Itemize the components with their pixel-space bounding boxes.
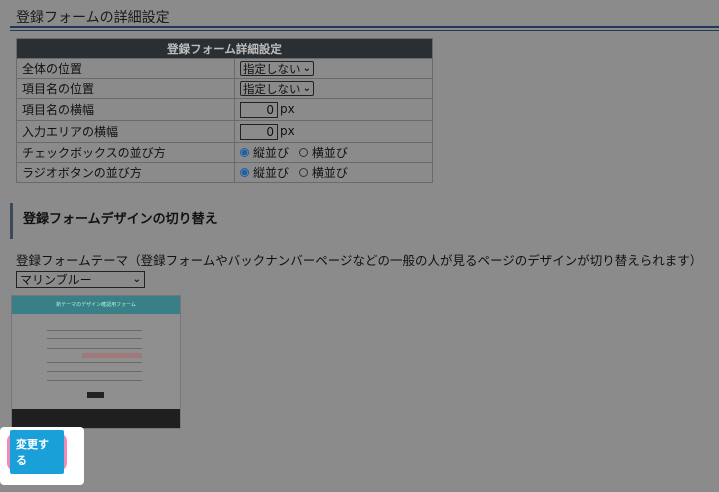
row-label: 全体の位置 (16, 58, 235, 79)
label-width-input[interactable]: 0 (240, 101, 278, 118)
row-label: チェックボックスの並び方 (16, 142, 235, 163)
chevron-down-icon: ⌄ (302, 63, 311, 74)
radio-horizontal-radio[interactable] (298, 168, 308, 177)
table-row: チェックボックスの並び方 縦並び 横並び (16, 142, 433, 163)
table-row: 項目名の横幅 0 px (16, 98, 433, 121)
row-label: 項目名の横幅 (16, 98, 235, 121)
radio-vertical-radio[interactable] (240, 168, 249, 177)
table-row: 入力エリアの横幅 0 px (16, 120, 433, 143)
change-button-highlight: 変更する (7, 430, 67, 474)
title-divider (10, 26, 719, 28)
checkbox-horizontal-radio[interactable] (298, 148, 308, 157)
row-label: 入力エリアの横幅 (16, 120, 235, 143)
preview-footer (12, 409, 180, 428)
unit-label: px (280, 124, 295, 138)
settings-table: 登録フォーム詳細設定 全体の位置 指定しない ⌄ 項目名の位置 指定しない ⌄ … (16, 38, 433, 183)
input-width-input[interactable]: 0 (240, 123, 278, 140)
table-row: ラジオボタンの並び方 縦並び 横並び (16, 162, 433, 183)
title-divider-thin (10, 30, 719, 31)
theme-select[interactable]: マリンブルー ⌄ (16, 271, 145, 288)
preview-body (12, 314, 180, 409)
table-row: 全体の位置 指定しない ⌄ (16, 58, 433, 79)
table-row: 項目名の位置 指定しない ⌄ (16, 78, 433, 99)
change-button[interactable]: 変更する (10, 430, 64, 474)
row-label: 項目名の位置 (16, 78, 235, 99)
theme-label: 登録フォームテーマ（登録フォームやバックナンバーページなどの一般の人が見るページ… (16, 253, 703, 268)
label-position-select[interactable]: 指定しない ⌄ (240, 81, 314, 96)
design-heading: 登録フォームデザインの切り替え (10, 203, 218, 239)
chevron-down-icon: ⌄ (132, 274, 141, 285)
overall-position-select[interactable]: 指定しない ⌄ (240, 61, 314, 76)
theme-select-value: マリンブルー (20, 273, 92, 287)
row-label: ラジオボタンの並び方 (16, 162, 235, 183)
checkbox-vertical-radio[interactable] (240, 148, 249, 157)
preview-header: 新テーマのデザイン確認用フォーム (12, 296, 180, 314)
section-title: 登録フォームの詳細設定 (16, 10, 170, 26)
settings-table-header: 登録フォーム詳細設定 (16, 38, 433, 59)
chevron-down-icon: ⌄ (302, 83, 311, 94)
preview-submit-button (87, 392, 104, 398)
unit-label: px (280, 102, 295, 116)
theme-preview-image: 新テーマのデザイン確認用フォーム (11, 295, 181, 429)
